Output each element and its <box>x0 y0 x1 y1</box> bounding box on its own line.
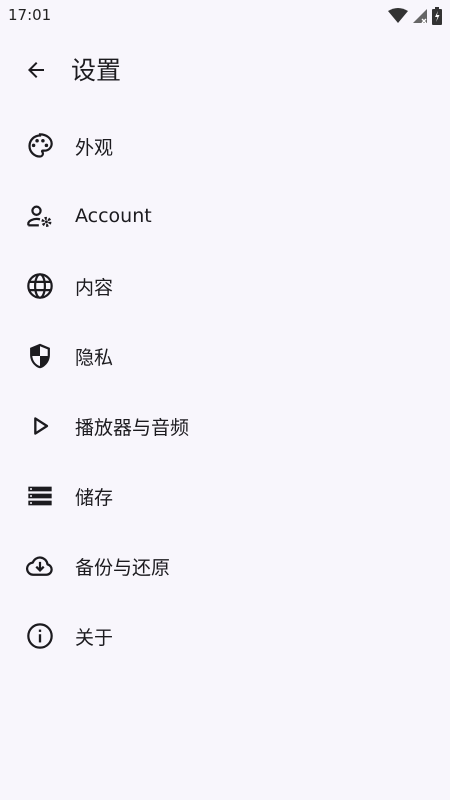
settings-item-label: 外观 <box>75 136 114 159</box>
settings-list: 外观 Account 内容 隐私 播放器与音频 储存 备份与还原 关于 <box>0 111 450 671</box>
settings-item-label: 内容 <box>75 276 114 299</box>
info-icon <box>26 622 54 650</box>
settings-item-account[interactable]: Account <box>0 181 450 251</box>
settings-item-backup-restore[interactable]: 备份与还原 <box>0 531 450 601</box>
settings-item-label: 关于 <box>75 626 114 649</box>
storage-icon <box>26 482 54 510</box>
page-title: 设置 <box>71 56 122 85</box>
cloud-download-icon <box>26 552 54 580</box>
arrow-back-icon <box>24 58 48 86</box>
settings-item-label: 播放器与音频 <box>75 416 190 439</box>
wifi-icon <box>388 8 408 24</box>
settings-item-label: Account <box>75 205 152 227</box>
shield-icon <box>26 342 54 370</box>
settings-item-label: 储存 <box>75 486 114 509</box>
settings-item-appearance[interactable]: 外观 <box>0 111 450 181</box>
status-icons <box>388 6 442 26</box>
battery-icon <box>432 7 442 25</box>
back-button[interactable] <box>16 52 56 92</box>
status-bar: 17:01 <box>0 0 450 32</box>
signal-icon <box>412 8 428 24</box>
settings-item-privacy[interactable]: 隐私 <box>0 321 450 391</box>
play-icon <box>26 412 54 440</box>
status-time: 17:01 <box>8 6 52 24</box>
settings-item-about[interactable]: 关于 <box>0 601 450 671</box>
settings-item-player-audio[interactable]: 播放器与音频 <box>0 391 450 461</box>
settings-item-label: 备份与还原 <box>75 556 171 579</box>
globe-icon <box>26 272 54 300</box>
palette-icon <box>26 132 54 160</box>
settings-item-content[interactable]: 内容 <box>0 251 450 321</box>
settings-item-storage[interactable]: 储存 <box>0 461 450 531</box>
top-app-bar: 设置 <box>0 40 450 104</box>
settings-item-label: 隐私 <box>75 346 114 369</box>
account-settings-icon <box>26 202 54 230</box>
